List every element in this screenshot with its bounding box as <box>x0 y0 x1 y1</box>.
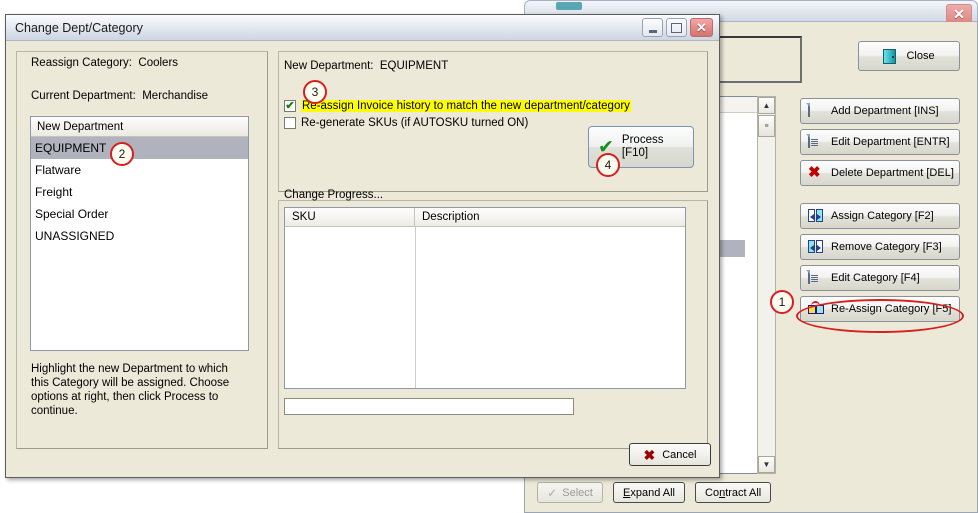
maximize-icon[interactable] <box>666 18 687 37</box>
change-progress-label: Change Progress... <box>284 189 384 201</box>
dialog-close-button[interactable]: ✕ <box>690 18 713 37</box>
add-department-button[interactable]: Add Department [INS] <box>800 98 960 124</box>
delete-department-button[interactable]: ✖ Delete Department [DEL] <box>800 160 960 186</box>
change-progress-grid[interactable]: SKU Description <box>284 207 686 389</box>
list-item[interactable]: Freight <box>31 181 248 203</box>
regenerate-skus-label: Re-generate SKUs (if AUTOSKU turned ON) <box>301 117 529 129</box>
close-button-label: Close <box>906 50 935 62</box>
page-edit-icon <box>808 269 823 286</box>
assign-category-button[interactable]: Assign Category [F2] <box>800 203 960 229</box>
select-button[interactable]: ✓ Select <box>537 482 603 503</box>
scroll-down-arrow-icon[interactable]: ▼ <box>758 456 775 473</box>
action-button-column: Add Department [INS] Edit Department [EN… <box>800 98 960 327</box>
expand-all-button[interactable]: Expand All <box>613 482 685 503</box>
scrollbar-thumb[interactable]: ≡ <box>758 115 775 137</box>
contract-all-button[interactable]: Contract All <box>695 482 772 503</box>
reassign-invoice-history-checkbox[interactable]: ✔ <box>284 100 296 112</box>
page-edit-icon <box>808 133 823 150</box>
add-department-label: Add Department [INS] <box>831 105 939 117</box>
check-icon: ✓ <box>547 485 558 500</box>
background-window-close-button[interactable]: ✕ <box>946 4 972 24</box>
reassign-invoice-history-label: Re-assign Invoice history to match the n… <box>301 100 631 112</box>
process-button-label: Process [F10] <box>621 134 664 159</box>
list-item[interactable]: Flatware <box>31 159 248 181</box>
red-x-icon: ✖ <box>808 163 821 181</box>
delete-department-label: Delete Department [DEL] <box>831 167 954 179</box>
list-item[interactable]: EQUIPMENT <box>31 137 248 159</box>
progress-bar <box>284 398 574 415</box>
new-department-list-header: New Department <box>31 117 248 137</box>
expand-all-label: Expand All <box>623 486 675 499</box>
dialog-titlebar[interactable]: Change Dept/Category ✕ <box>6 15 719 41</box>
assign-panes-icon <box>808 208 823 224</box>
minimize-icon[interactable] <box>642 18 663 37</box>
annotation-2: 2 <box>110 142 134 166</box>
grid-column-divider <box>415 227 416 388</box>
reassign-invoice-history-checkbox-row[interactable]: ✔ Re-assign Invoice history to match the… <box>284 100 631 112</box>
grid-header-row: SKU Description <box>285 208 685 227</box>
remove-category-button[interactable]: Remove Category [F3] <box>800 234 960 260</box>
column-header-sku: SKU <box>285 208 415 226</box>
list-item[interactable]: UNASSIGNED <box>31 225 248 247</box>
select-button-label: Select <box>562 486 593 499</box>
new-department-list[interactable]: New Department EQUIPMENT Flatware Freigh… <box>30 116 249 351</box>
edit-category-label: Edit Category [F4] <box>831 272 920 284</box>
new-department-line: New Department: EQUIPMENT <box>284 60 449 72</box>
regenerate-skus-checkbox[interactable] <box>284 117 296 129</box>
edit-category-button[interactable]: Edit Category [F4] <box>800 265 960 291</box>
current-department-line: Current Department: Merchandise <box>31 90 209 102</box>
remove-category-label: Remove Category [F3] <box>831 241 942 253</box>
background-window-teal-accent <box>556 2 582 10</box>
assign-category-label: Assign Category [F2] <box>831 210 934 222</box>
reassign-category-line: Reassign Category: Coolers <box>31 57 179 69</box>
regenerate-skus-checkbox-row[interactable]: Re-generate SKUs (if AUTOSKU turned ON) <box>284 117 528 129</box>
grid-body <box>285 227 685 388</box>
contract-all-label: Contract All <box>705 486 762 499</box>
background-list-scrollbar[interactable]: ▲ ≡ ▼ <box>757 96 776 474</box>
annotation-3: 3 <box>303 80 327 104</box>
column-header-description: Description <box>422 211 480 223</box>
dialog-title: Change Dept/Category <box>15 20 143 35</box>
list-item[interactable]: Special Order <box>31 203 248 225</box>
annotation-ellipse-re-assign-category <box>796 299 964 333</box>
red-x-icon: ✖ <box>643 446 656 463</box>
edit-department-label: Edit Department [ENTR] <box>831 136 950 148</box>
close-button[interactable]: Close <box>858 41 960 71</box>
scroll-up-arrow-icon[interactable]: ▲ <box>758 97 775 114</box>
edit-department-button[interactable]: Edit Department [ENTR] <box>800 129 960 155</box>
remove-panes-icon <box>808 239 823 255</box>
help-text: Highlight the new Department to which th… <box>31 363 230 417</box>
background-window-bottom-bar: ✓ Select Expand All Contract All <box>537 482 772 503</box>
cancel-button[interactable]: ✖ Cancel <box>629 443 711 466</box>
page-new-icon <box>808 102 823 119</box>
door-exit-icon <box>883 48 897 64</box>
cancel-button-label: Cancel <box>662 448 697 461</box>
annotation-1: 1 <box>770 290 794 314</box>
annotation-4: 4 <box>596 153 620 177</box>
